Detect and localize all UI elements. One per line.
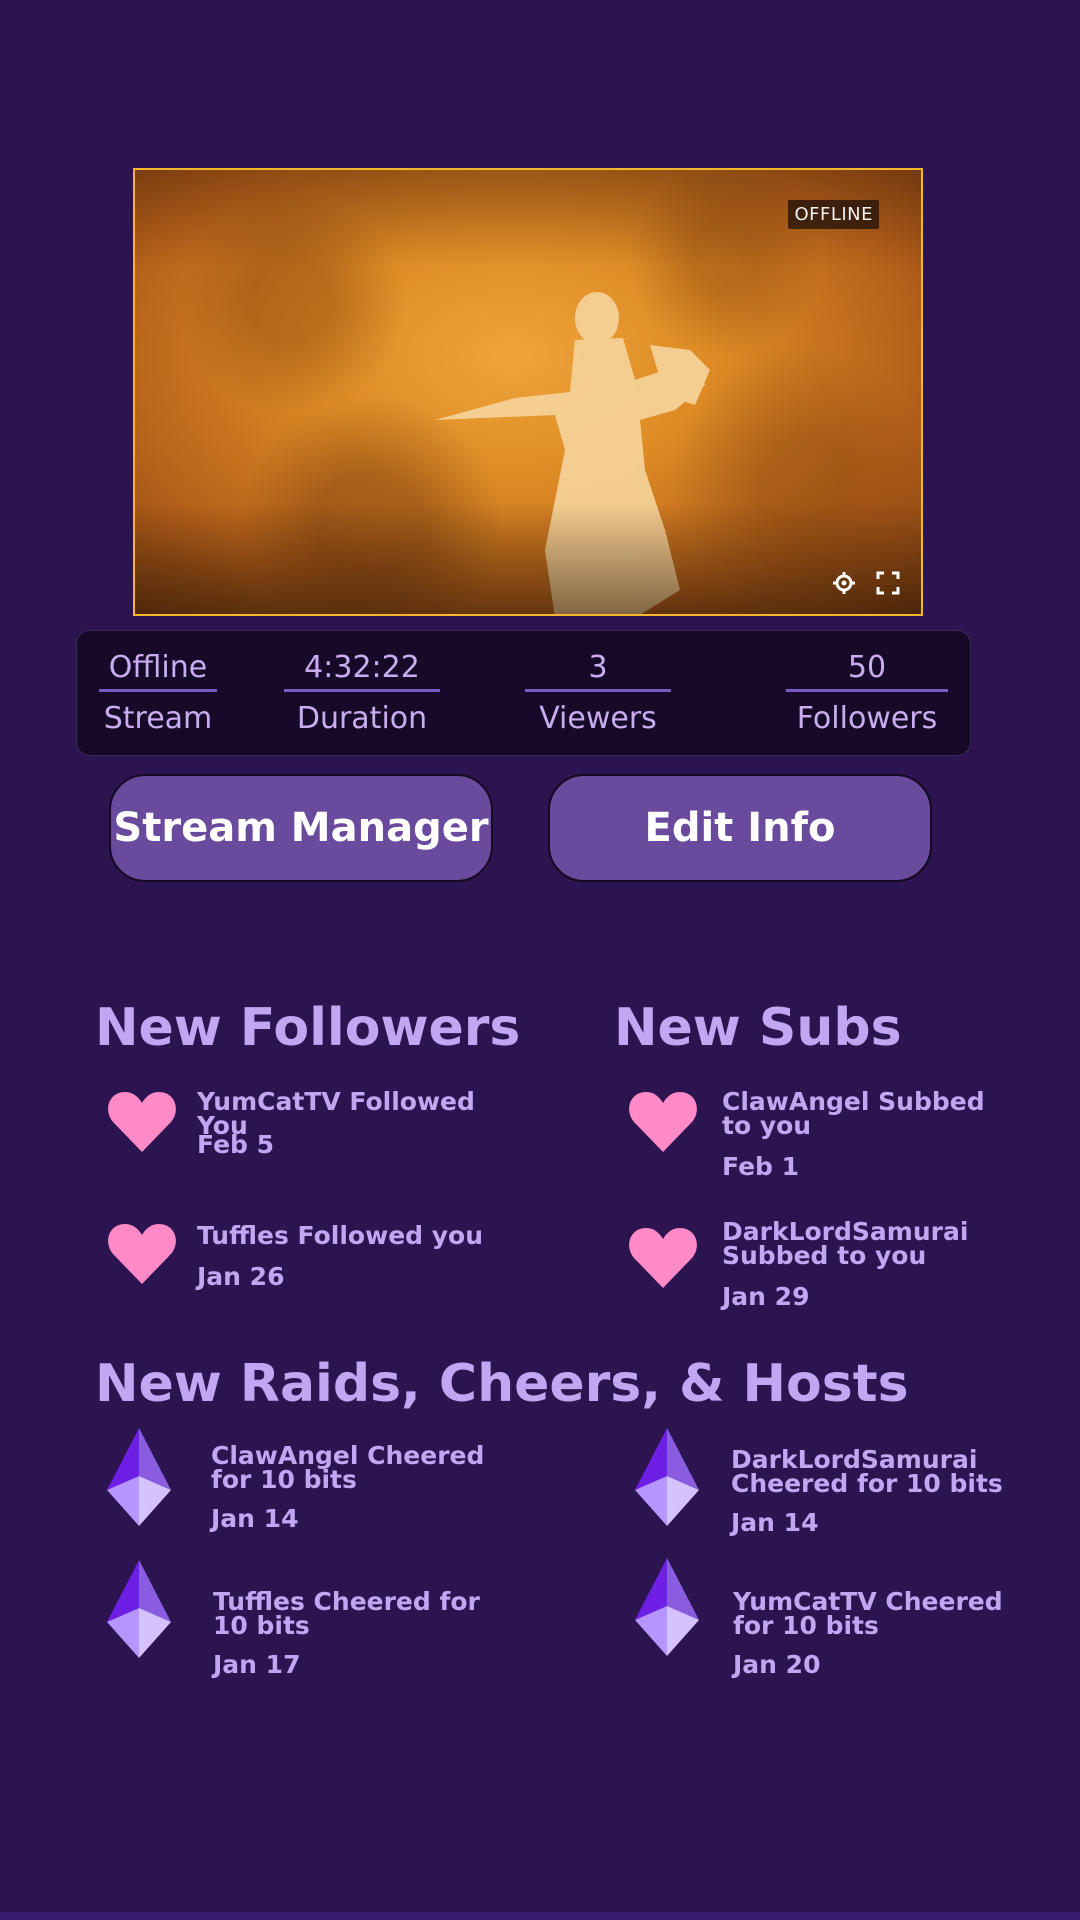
follower-item: YumCatTV Followed You Feb 5 [105, 1086, 525, 1186]
stat-viewers: 3 Viewers [525, 653, 671, 734]
stat-stream: Offline Stream [99, 653, 217, 734]
offline-status-badge: OFFLINE [788, 200, 879, 229]
cheer-item: YumCatTV Cheered for 10 bits Jan 20 [635, 1558, 1055, 1678]
raids-cheers-hosts-heading: New Raids, Cheers, & Hosts [95, 1354, 909, 1414]
cheer-item-text: DarkLordSamurai Cheered for 10 bits [731, 1445, 1003, 1498]
heart-icon [629, 1228, 697, 1288]
stat-stream-value: Offline [99, 653, 217, 692]
cheer-item-date: Jan 14 [731, 1508, 819, 1537]
stat-stream-label: Stream [103, 701, 213, 736]
new-subs-heading: New Subs [614, 998, 902, 1058]
follower-item: Tuffles Followed you Jan 26 [105, 1218, 525, 1318]
stat-followers-value: 50 [786, 653, 948, 692]
stream-preview-player[interactable]: OFFLINE [133, 168, 923, 616]
bits-gem-icon [635, 1428, 699, 1526]
player-controls [831, 570, 901, 596]
sub-item: DarkLordSamurai Subbed to you Jan 29 [628, 1218, 1028, 1328]
fullscreen-icon[interactable] [875, 570, 901, 596]
cheer-item: ClawAngel Cheered for 10 bits Jan 14 [107, 1428, 527, 1538]
follower-item-text: Tuffles Followed you [197, 1221, 484, 1250]
stat-duration-label: Duration [296, 701, 428, 736]
bits-gem-icon [107, 1560, 171, 1658]
stat-viewers-value: 3 [525, 653, 671, 692]
cheer-item: Tuffles Cheered for 10 bits Jan 17 [107, 1560, 527, 1678]
cheer-item-date: Jan 14 [211, 1504, 299, 1533]
stream-manager-button[interactable]: Stream Manager [109, 774, 493, 882]
sub-item-text: ClawAngel Subbed to you [722, 1087, 985, 1140]
cheer-item-date: Jan 17 [213, 1650, 301, 1679]
edit-info-button[interactable]: Edit Info [548, 774, 932, 882]
bits-gem-icon [635, 1558, 699, 1656]
cheer-item-text: ClawAngel Cheered for 10 bits [211, 1441, 485, 1494]
settings-gear-icon[interactable] [831, 570, 857, 596]
preview-vignette [135, 170, 921, 614]
sub-item-date: Feb 1 [722, 1152, 800, 1181]
heart-icon [108, 1092, 176, 1152]
bottom-edge-strip [0, 1912, 1080, 1920]
heart-icon [629, 1092, 697, 1152]
stream-stats-bar: Offline Stream 4:32:22 Duration 3 Viewer… [76, 630, 971, 756]
heart-icon [108, 1224, 176, 1284]
follower-item-date: Jan 26 [197, 1262, 285, 1291]
stat-duration-value: 4:32:22 [284, 653, 440, 692]
stat-followers-label: Followers [796, 701, 938, 736]
bits-gem-icon [107, 1428, 171, 1526]
sub-item: ClawAngel Subbed to you Feb 1 [628, 1086, 1028, 1196]
stat-followers: 50 Followers [786, 653, 948, 734]
cheer-item-date: Jan 20 [733, 1650, 821, 1679]
sub-item-date: Jan 29 [722, 1282, 810, 1311]
stat-viewers-label: Viewers [539, 701, 657, 736]
stat-duration: 4:32:22 Duration [284, 653, 440, 734]
new-followers-heading: New Followers [95, 998, 521, 1058]
cheer-item-text: YumCatTV Cheered for 10 bits [733, 1587, 1003, 1640]
cheer-item: DarkLordSamurai Cheered for 10 bits Jan … [635, 1428, 1055, 1538]
cheer-item-text: Tuffles Cheered for 10 bits [213, 1587, 480, 1640]
follower-item-date: Feb 5 [197, 1130, 275, 1159]
sub-item-text: DarkLordSamurai Subbed to you [722, 1217, 969, 1270]
